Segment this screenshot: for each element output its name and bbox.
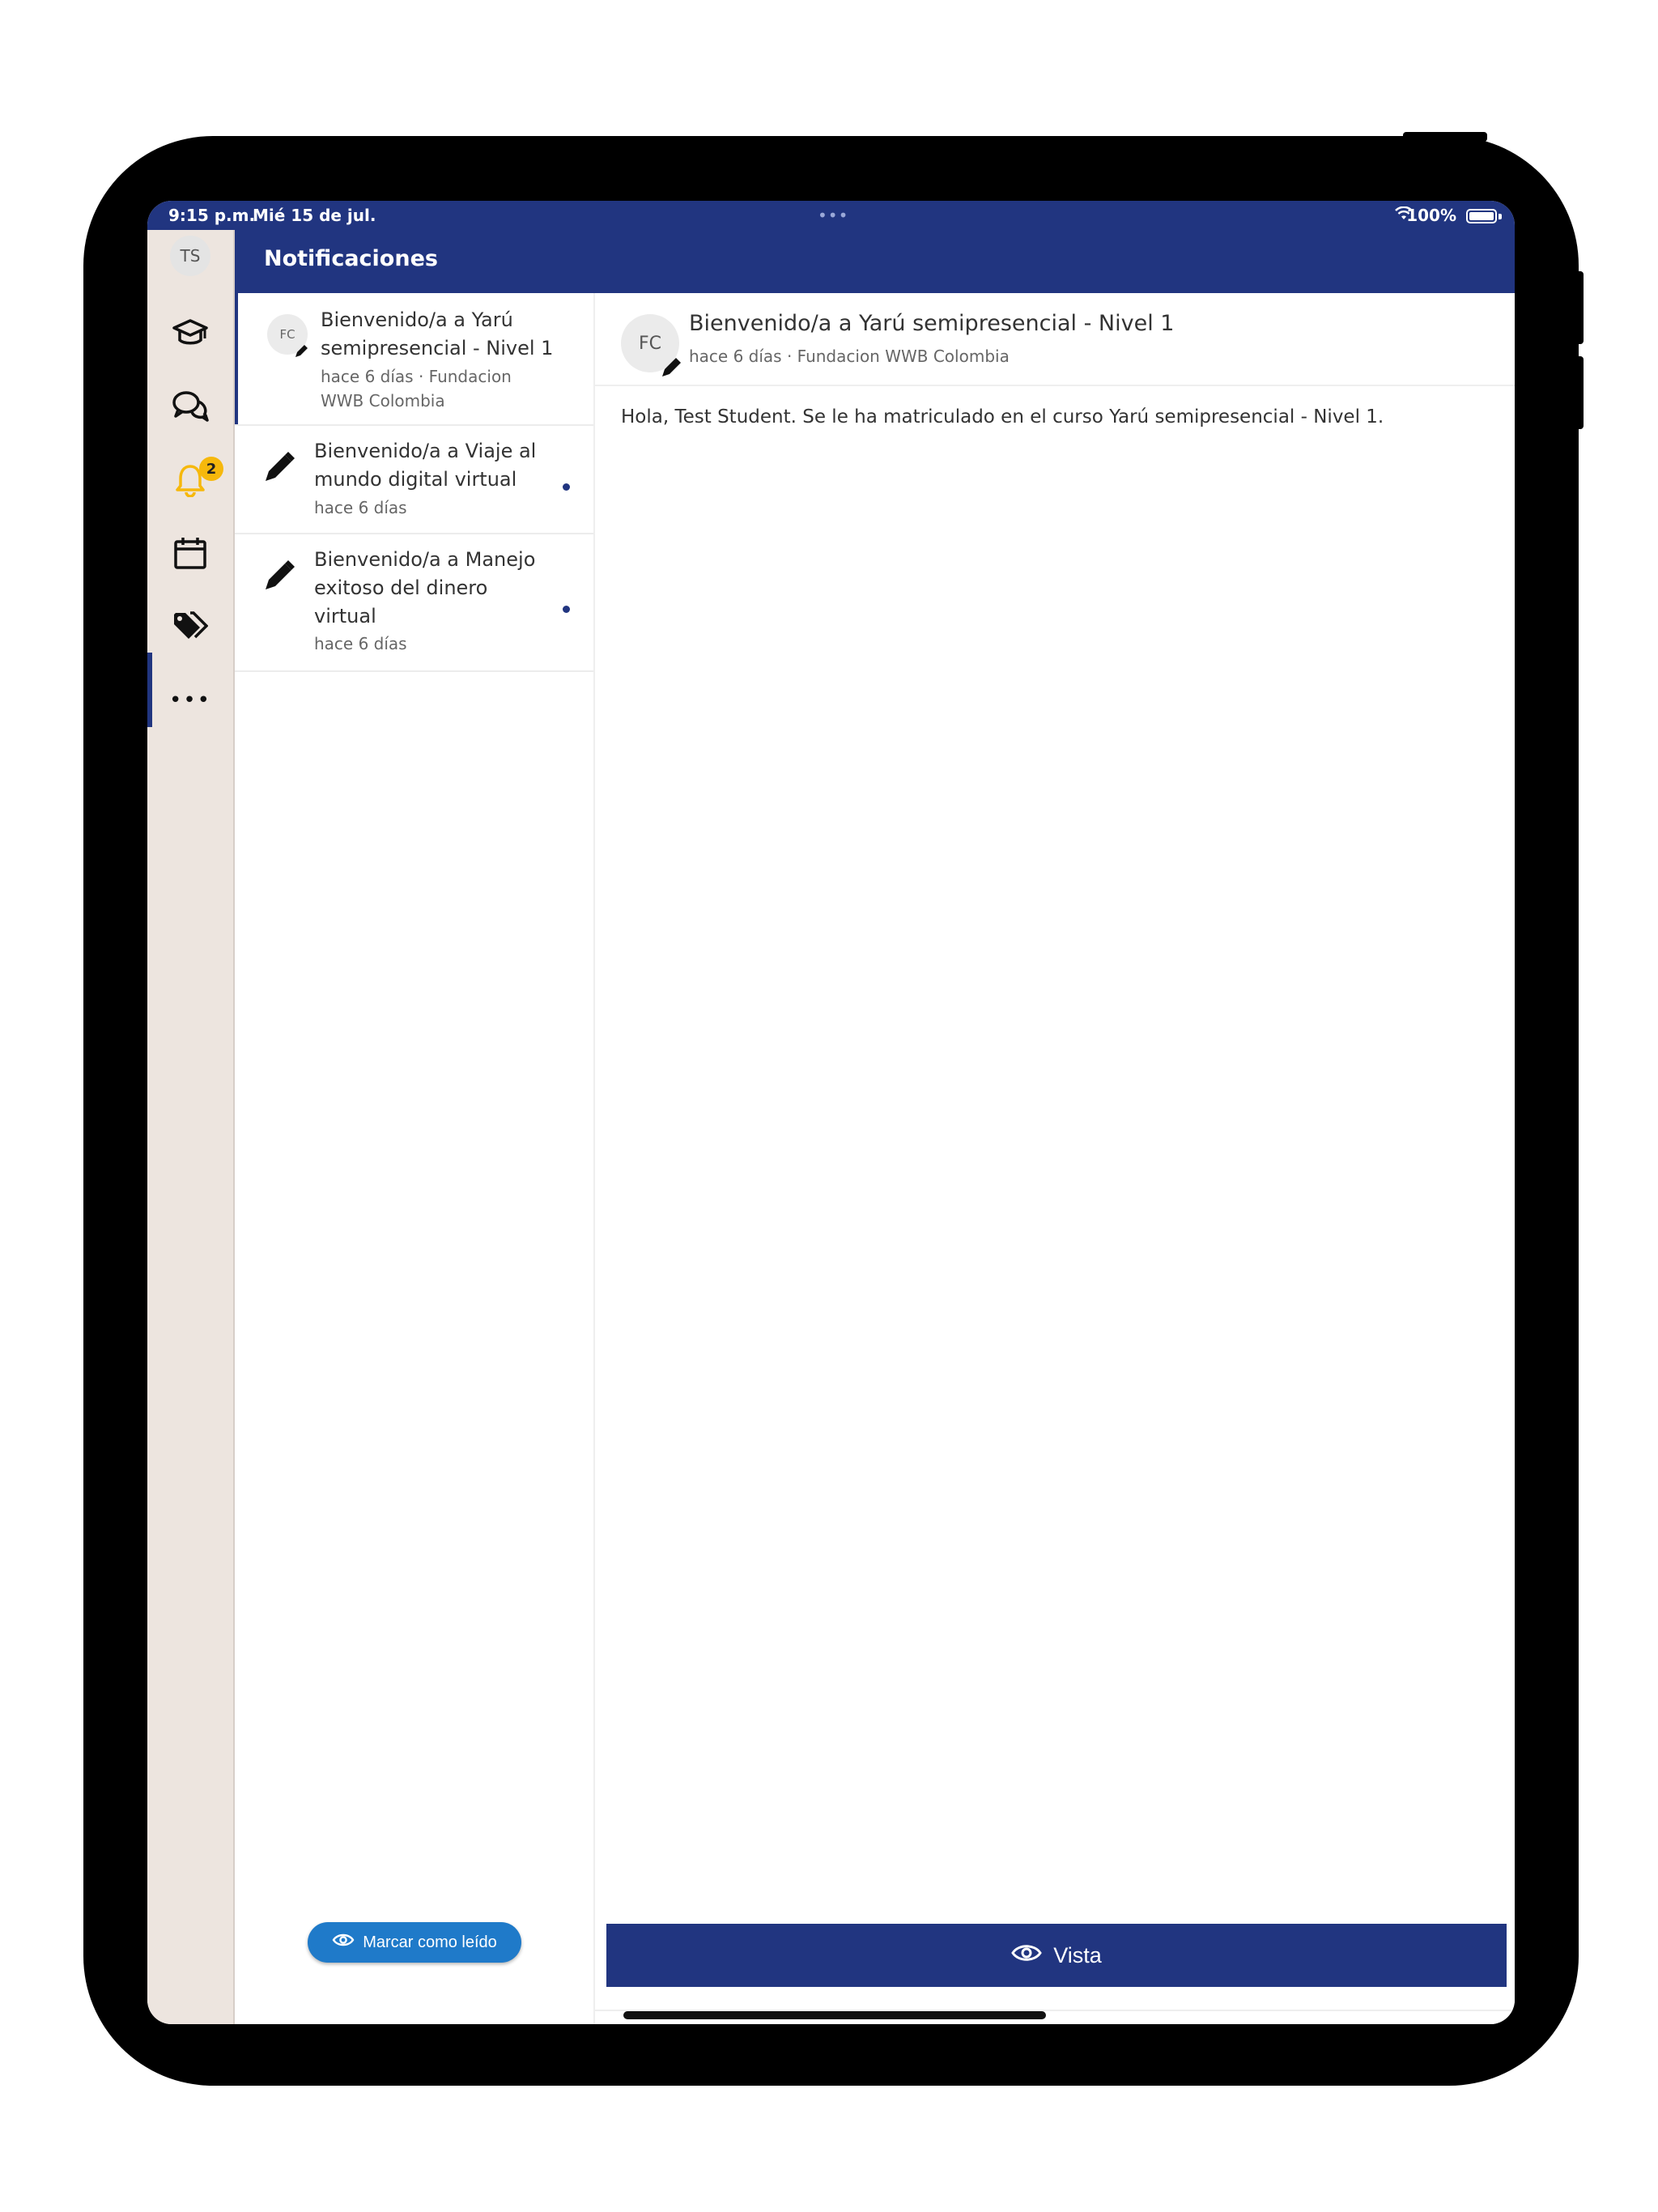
detail-meta: hace 6 días · Fundacion WWB Colombia	[689, 347, 1010, 366]
more-icon: •••	[168, 688, 211, 713]
rail-tags-button[interactable]	[147, 591, 233, 664]
unread-dot	[563, 606, 570, 613]
list-item[interactable]: FC Bienvenido/a a Yarú semipresencial - …	[235, 293, 593, 426]
device-volume-up	[1574, 271, 1584, 344]
status-bar: 9:15 p.m. Mié 15 de jul. ••• 100%	[147, 201, 1515, 230]
view-button-label: Vista	[1053, 1942, 1102, 1967]
eye-icon	[1011, 1943, 1042, 1968]
pencil-icon	[293, 343, 309, 363]
pencil-icon	[660, 355, 684, 382]
pencil-icon	[262, 559, 296, 596]
mark-as-read-label: Marcar como leído	[363, 1933, 497, 1951]
rail-courses-button[interactable]	[147, 298, 233, 371]
tags-icon	[172, 610, 209, 645]
notification-title: Bienvenido/a a Yarú semipresencial - Niv…	[321, 308, 554, 359]
status-time: 9:15 p.m.	[168, 206, 256, 225]
avatar: TS	[170, 236, 210, 276]
notification-title: Bienvenido/a a Viaje al mundo digital vi…	[314, 440, 537, 491]
notification-list: FC Bienvenido/a a Yarú semipresencial - …	[235, 293, 595, 2024]
pencil-icon	[262, 450, 296, 487]
calendar-icon	[173, 536, 207, 573]
screen: 9:15 p.m. Mié 15 de jul. ••• 100% TS 2 •…	[147, 201, 1515, 2024]
multitasking-dots[interactable]: •••	[818, 206, 848, 225]
notification-detail: FC Bienvenido/a a Yarú semipresencial - …	[595, 293, 1515, 2024]
mark-as-read-button[interactable]: Marcar como leído	[308, 1922, 521, 1963]
rail-more-button[interactable]: •••	[147, 664, 233, 737]
rail-messages-button[interactable]	[147, 372, 233, 445]
status-date: Mié 15 de jul.	[253, 206, 376, 225]
list-item[interactable]: Bienvenido/a a Viaje al mundo digital vi…	[235, 426, 593, 534]
notification-meta: hace 6 días	[314, 498, 407, 517]
page-title: Notificaciones	[264, 246, 438, 271]
graduation-cap-icon	[172, 317, 208, 351]
chat-bubbles-icon	[172, 389, 209, 428]
battery-percent: 100%	[1406, 206, 1456, 225]
notification-meta: hace 6 días	[314, 634, 407, 653]
unread-dot	[563, 483, 570, 491]
eye-icon	[332, 1933, 355, 1952]
view-button[interactable]: Vista	[606, 1924, 1507, 1987]
detail-body: Hola, Test Student. Se le ha matriculado…	[621, 406, 1384, 428]
home-indicator[interactable]	[623, 2011, 1046, 2019]
notifications-badge: 2	[199, 457, 223, 481]
list-item[interactable]: Bienvenido/a a Manejo exitoso del dinero…	[235, 534, 593, 672]
battery-nub	[1499, 214, 1502, 219]
app-header: Notificaciones	[235, 230, 1515, 293]
nav-rail: TS 2 •••	[147, 230, 235, 2024]
battery-icon	[1466, 209, 1497, 223]
notification-meta: hace 6 días · Fundacion WWB Colombia	[321, 367, 512, 410]
device-volume-down	[1574, 356, 1584, 429]
rail-notifications-button[interactable]: 2	[147, 445, 233, 518]
detail-header: FC Bienvenido/a a Yarú semipresencial - …	[595, 293, 1515, 386]
device-top-button	[1403, 132, 1487, 142]
notification-title: Bienvenido/a a Manejo exitoso del dinero…	[314, 548, 536, 627]
detail-title: Bienvenido/a a Yarú semipresencial - Niv…	[689, 311, 1175, 336]
profile-avatar-button[interactable]: TS	[147, 230, 233, 282]
rail-calendar-button[interactable]	[147, 518, 233, 591]
